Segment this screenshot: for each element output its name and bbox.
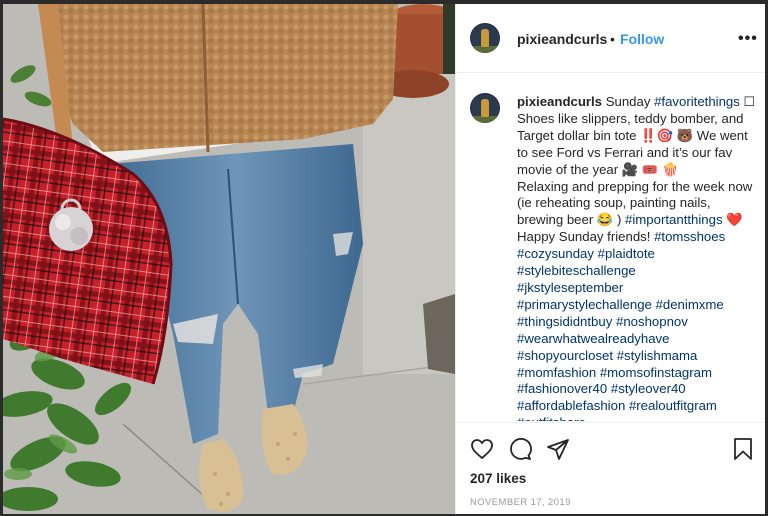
hashtag-link[interactable]: #outfitshare — [517, 415, 586, 421]
heart-icon[interactable] — [470, 437, 494, 461]
hashtag-link[interactable]: #realoutfitgram — [629, 398, 717, 413]
hashtag-link[interactable]: #thingsididntbuy — [517, 314, 612, 329]
post-photo[interactable] — [3, 4, 455, 514]
post-date[interactable]: NOVEMBER 17, 2019 — [470, 497, 571, 508]
hashtag-link[interactable]: #plaidtote — [598, 246, 655, 261]
hashtag-link[interactable]: #primarystylechallenge — [517, 297, 652, 312]
post-side-panel: pixieandcurls • Follow ••• pixieandcurls… — [455, 4, 765, 514]
hashtag-link[interactable]: #denimxme — [656, 297, 724, 312]
separator-dot: • — [610, 31, 615, 47]
caption-text: Happy Sunday friends! — [517, 229, 655, 245]
caption-avatar[interactable] — [470, 93, 500, 123]
hashtag-link[interactable]: #favoritethings — [654, 94, 740, 109]
hashtag-link[interactable]: #wearwhatwealreadyhave — [517, 331, 669, 346]
hashtag-link[interactable]: #stylishmama — [617, 348, 698, 363]
hashtag-link[interactable]: #momsofinstagram — [600, 365, 712, 380]
caption-username-link[interactable]: pixieandcurls — [517, 94, 602, 109]
hashtag-link[interactable]: #momfashion — [517, 365, 596, 380]
caption-text: Sunday — [602, 94, 655, 109]
hashtag-link[interactable]: #noshopnov — [616, 314, 688, 329]
hashtag-link[interactable]: #affordablefashion — [517, 398, 625, 413]
comments-section[interactable]: pixieandcurls Sunday #favoritethings ☐ S… — [456, 73, 765, 421]
share-icon[interactable] — [546, 437, 570, 461]
likes-count[interactable]: 207 likes — [470, 471, 526, 486]
hashtag-link[interactable]: #cozysunday — [517, 246, 594, 261]
bookmark-icon[interactable] — [731, 437, 755, 461]
post-header: pixieandcurls • Follow ••• — [456, 4, 765, 73]
hashtag-link[interactable]: #styleover40 — [611, 381, 686, 396]
actions-section: 207 likes NOVEMBER 17, 2019 — [456, 422, 765, 514]
comment-icon[interactable] — [508, 437, 532, 461]
hashtag-link[interactable]: #tomsshoes — [654, 229, 725, 244]
caption-text: ❤️ — [722, 212, 743, 228]
hashtag-link[interactable]: #stylebiteschallenge — [517, 263, 636, 278]
more-options-button[interactable]: ••• — [738, 30, 758, 48]
hashtag-link[interactable]: #fashionover40 — [517, 381, 607, 396]
hashtag-link[interactable]: #shopyourcloset — [517, 348, 613, 363]
hashtag-link[interactable]: #jkstyleseptember — [517, 280, 623, 295]
post-caption: pixieandcurls Sunday #favoritethings ☐ S… — [517, 94, 757, 421]
avatar[interactable] — [470, 23, 500, 53]
instagram-post-window: pixieandcurls • Follow ••• pixieandcurls… — [3, 4, 765, 514]
follow-button[interactable]: Follow — [620, 31, 664, 47]
username-link[interactable]: pixieandcurls — [517, 31, 607, 47]
hashtag-link[interactable]: #importantthings — [625, 212, 723, 227]
